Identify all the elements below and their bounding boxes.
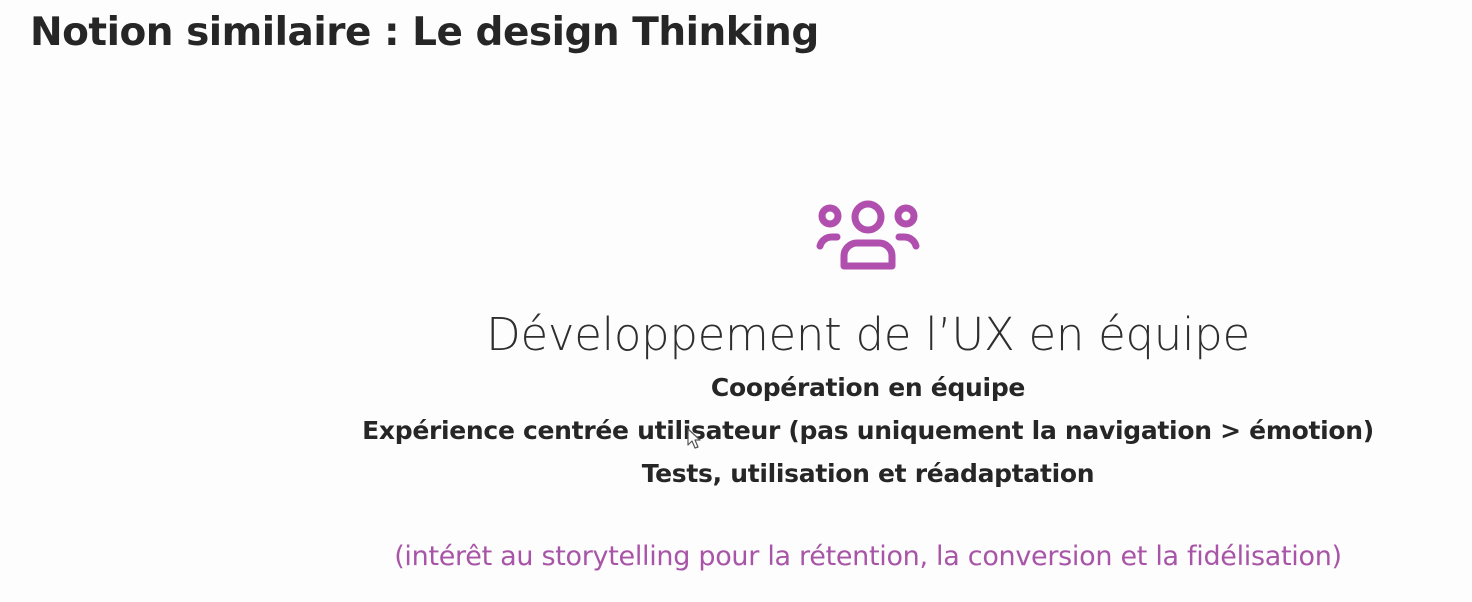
list-item: Expérience centrée utilisateur (pas uniq… bbox=[362, 416, 1374, 445]
list-item: Tests, utilisation et réadaptation bbox=[641, 459, 1095, 488]
team-users-icon bbox=[815, 198, 921, 274]
list-item: Coopération en équipe bbox=[710, 373, 1026, 402]
slide: Notion similaire : Le design Thinking Dé… bbox=[0, 0, 1472, 602]
section-heading: Développement de l’UX en équipe bbox=[486, 308, 1250, 361]
slide-title: Notion similaire : Le design Thinking bbox=[30, 10, 819, 55]
mouse-cursor-icon bbox=[686, 428, 702, 450]
key-points-list: Coopération en équipe Expérience centrée… bbox=[0, 366, 1472, 495]
storytelling-note: (intérêt au storytelling pour la rétenti… bbox=[394, 541, 1342, 572]
